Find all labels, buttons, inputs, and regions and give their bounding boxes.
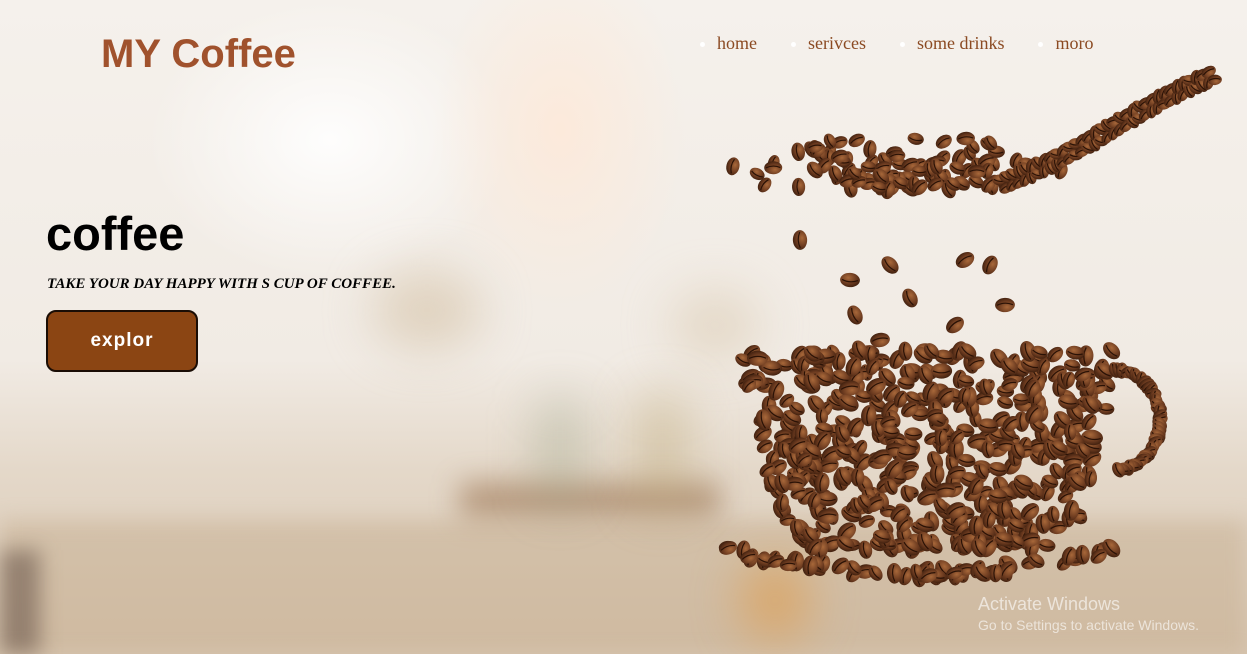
hero-tagline: TAKE YOUR DAY HAPPY WITH S CUP OF COFFEE… — [47, 276, 396, 292]
watermark-title: Activate Windows — [978, 594, 1121, 614]
watermark-subtitle: Go to Settings to activate Windows. — [978, 617, 1199, 633]
site-logo[interactable]: MY Coffee — [101, 32, 296, 77]
explore-button[interactable]: explor — [46, 310, 198, 372]
blurred-bottle — [540, 400, 580, 500]
blurred-bottle — [640, 395, 685, 505]
hero-title: coffee — [46, 207, 185, 260]
windows-activation-watermark: Activate Windows Go to Settings to activ… — [978, 594, 1199, 633]
blurred-object — [0, 550, 40, 654]
coffee-beans — [718, 65, 1222, 588]
coffee-bean-cup-icon — [718, 65, 1222, 588]
